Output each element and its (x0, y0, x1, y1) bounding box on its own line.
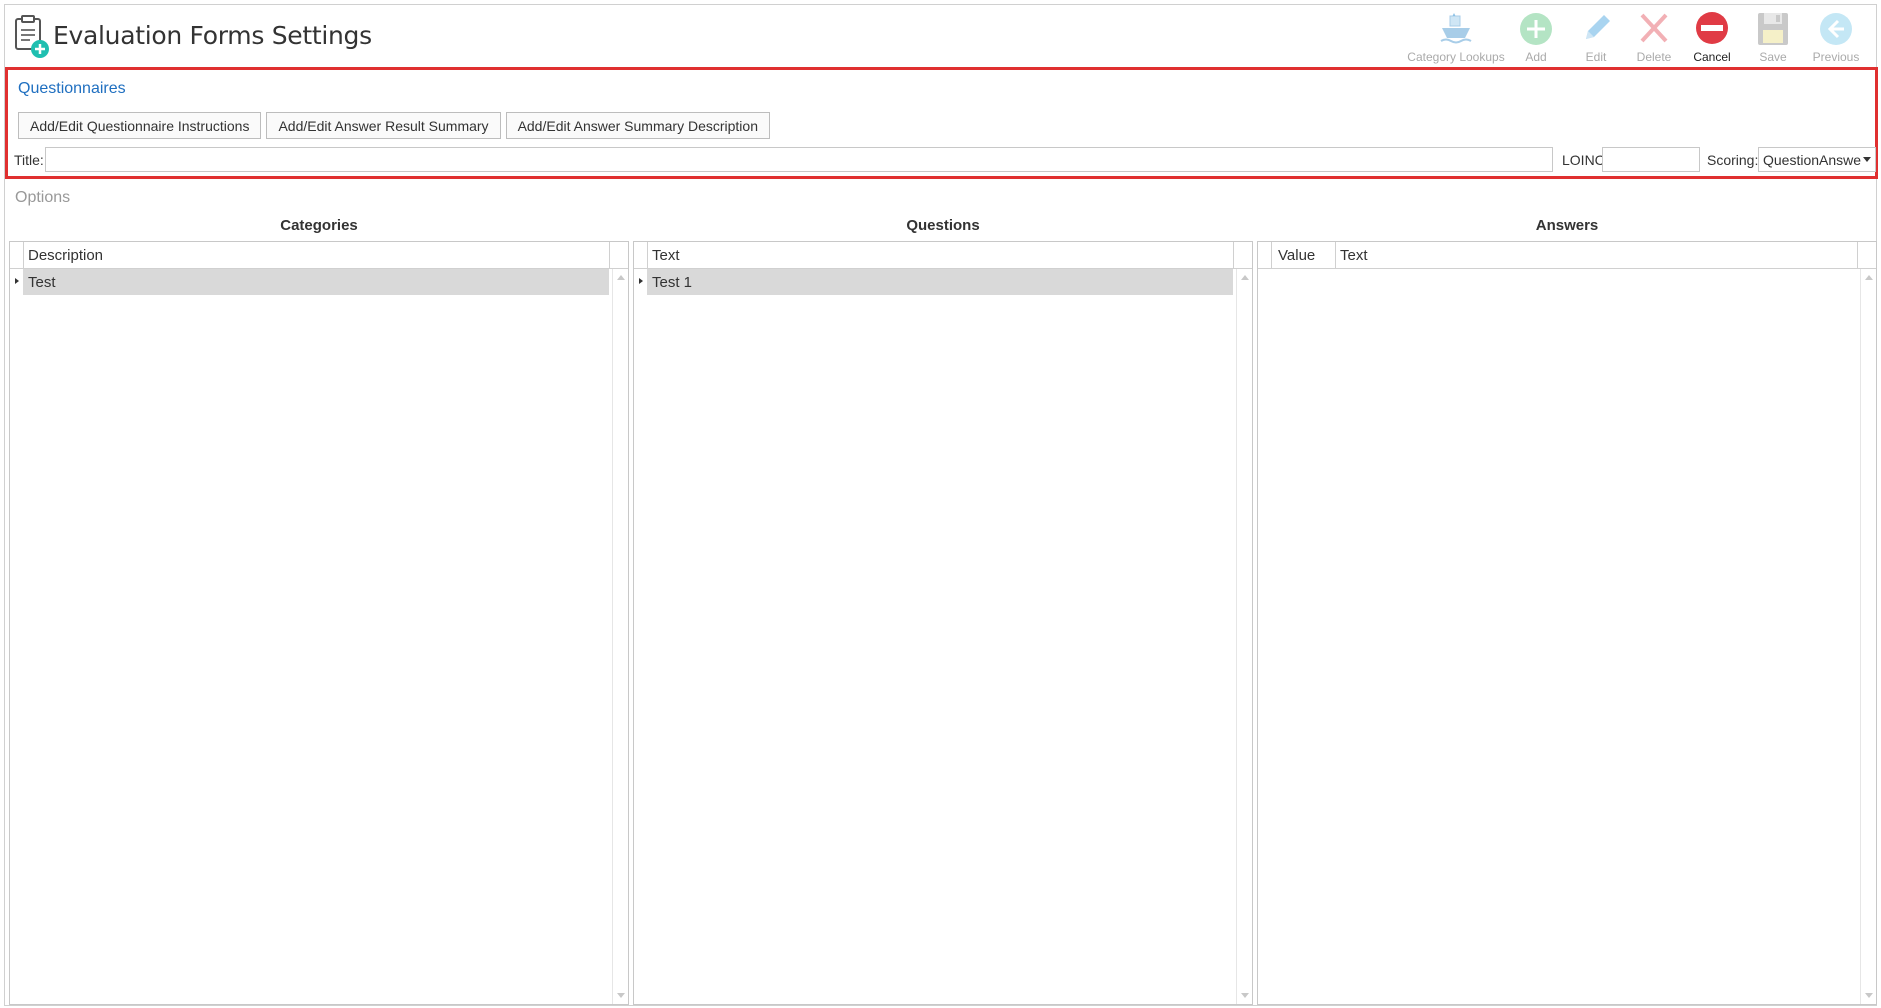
save-button[interactable]: Save (1742, 11, 1804, 67)
table-row[interactable]: Test (10, 269, 613, 295)
answers-grid: Value Text (1257, 241, 1877, 1005)
add-label: Add (1525, 50, 1547, 64)
scroll-down-icon[interactable] (1865, 993, 1873, 998)
add-edit-summary-description-button[interactable]: Add/Edit Answer Summary Description (505, 112, 770, 139)
scroll-down-icon[interactable] (617, 993, 625, 998)
cancel-button[interactable]: Cancel (1682, 11, 1742, 67)
arrow-left-circle-icon (1820, 13, 1852, 45)
add-edit-instructions-button[interactable]: Add/Edit Questionnaire Instructions (18, 112, 262, 139)
options-title: Options (15, 189, 71, 206)
questions-grid: Text Test 1 (633, 241, 1253, 1005)
delete-label: Delete (1636, 50, 1672, 64)
answers-grid-header: Value Text (1258, 242, 1876, 269)
categories-heading: Categories (280, 217, 358, 234)
scroll-up-icon[interactable] (1241, 275, 1249, 280)
row-indicator-icon (10, 269, 23, 295)
scroll-up-icon[interactable] (617, 275, 625, 280)
questions-scrollbar[interactable] (1236, 269, 1252, 1004)
column-header-value[interactable]: Value (1271, 242, 1335, 268)
plus-circle-icon (1520, 13, 1552, 45)
scoring-select[interactable]: QuestionAnswe (1758, 147, 1876, 172)
scroll-up-icon[interactable] (1865, 275, 1873, 280)
questions-grid-header: Text (634, 242, 1252, 269)
table-row[interactable]: Test 1 (634, 269, 1237, 295)
toolbar: Category Lookups Add Edit Delete Cancel … (1406, 11, 1868, 67)
add-button[interactable]: Add (1506, 11, 1566, 67)
add-edit-result-summary-button[interactable]: Add/Edit Answer Result Summary (266, 112, 501, 139)
column-header-text[interactable]: Text (647, 242, 1233, 268)
categories-grid: Description Test (9, 241, 629, 1005)
window-frame: Evaluation Forms Settings Category Looku… (4, 4, 1878, 1006)
table-cell[interactable]: Test 1 (647, 269, 1233, 295)
loinc-label: LOINC (1562, 152, 1605, 168)
delete-button[interactable]: Delete (1626, 11, 1682, 67)
chevron-down-icon (1863, 157, 1871, 162)
loinc-input[interactable] (1602, 147, 1700, 172)
title-input[interactable] (45, 147, 1553, 172)
questions-heading: Questions (906, 217, 980, 234)
header: Evaluation Forms Settings Category Looku… (5, 5, 1876, 67)
answers-heading: Answers (1535, 217, 1599, 234)
previous-button[interactable]: Previous (1804, 11, 1868, 67)
column-header-spacer (1857, 242, 1876, 268)
categories-scrollbar[interactable] (612, 269, 628, 1004)
clipboard-add-icon (15, 15, 49, 58)
scoring-value: QuestionAnswe (1763, 152, 1862, 168)
previous-label: Previous (1812, 50, 1860, 64)
answers-scrollbar[interactable] (1860, 269, 1876, 1004)
scoring-label: Scoring: (1707, 152, 1759, 168)
column-header-description[interactable]: Description (23, 242, 609, 268)
category-lookups-label: Category Lookups (1407, 50, 1505, 64)
floppy-disk-icon (1758, 13, 1788, 45)
edit-button[interactable]: Edit (1566, 11, 1626, 67)
questionnaire-field-row: Title: LOINC Scoring: QuestionAnswe (14, 147, 1876, 173)
boat-icon (1440, 13, 1472, 44)
title-label: Title: (14, 152, 44, 168)
questionnaires-title: Questionnaires (18, 80, 126, 97)
cancel-label: Cancel (1693, 50, 1731, 64)
column-header-spacer (1233, 242, 1252, 268)
row-indicator-icon (634, 269, 647, 295)
column-header-spacer (609, 242, 628, 268)
save-label: Save (1759, 50, 1787, 64)
category-lookups-button[interactable]: Category Lookups (1406, 11, 1506, 67)
questionnaire-button-row: Add/Edit Questionnaire Instructions Add/… (18, 112, 770, 139)
x-icon (1640, 13, 1668, 43)
table-cell[interactable]: Test (23, 269, 609, 295)
questionnaires-panel: Questionnaires Add/Edit Questionnaire In… (5, 67, 1878, 179)
edit-label: Edit (1585, 50, 1607, 64)
scroll-down-icon[interactable] (1241, 993, 1249, 998)
pencil-icon (1586, 15, 1610, 39)
no-entry-icon (1696, 12, 1728, 44)
page-title: Evaluation Forms Settings (53, 21, 372, 50)
categories-grid-header: Description (10, 242, 628, 269)
column-header-text[interactable]: Text (1335, 242, 1857, 268)
